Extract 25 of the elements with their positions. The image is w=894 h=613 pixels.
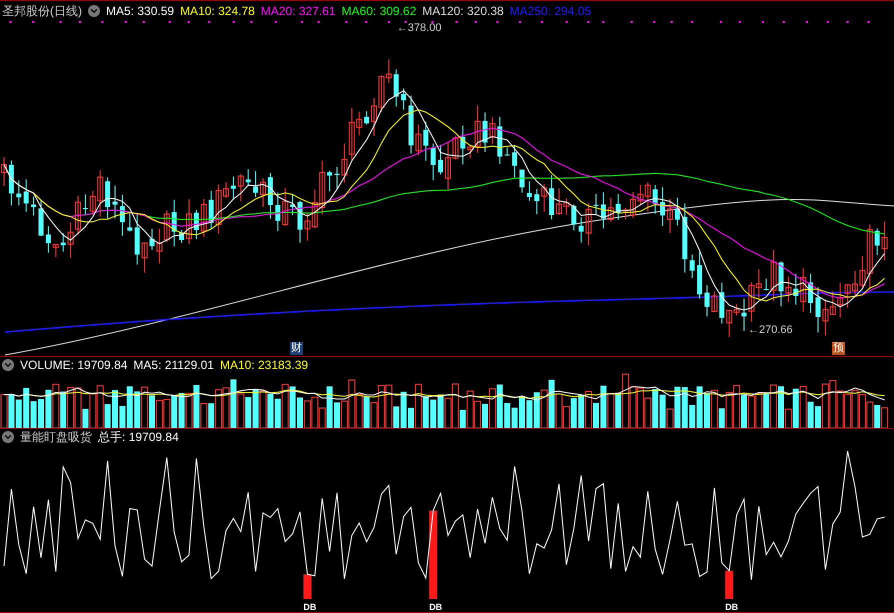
chart-title: 圣邦股份(日线) [2, 2, 82, 20]
event-marker[interactable]: 财 [290, 342, 303, 355]
chevron-down-icon [3, 432, 13, 442]
indicator-value: MA250: 294.05 [510, 2, 592, 20]
indicator-value: MA60: 309.62 [342, 2, 416, 20]
indicator-title: 量能盯盘吸货 [20, 429, 92, 446]
low-price-label: ←270.66 [748, 323, 793, 338]
signal-label: DB [303, 602, 316, 612]
event-marker[interactable]: 预 [832, 342, 845, 355]
indicator-value: MA20: 327.61 [260, 2, 336, 20]
indicator-value: MA5: 330.59 [106, 2, 174, 20]
collapse-toggle[interactable] [2, 358, 14, 370]
collapse-toggle[interactable] [2, 431, 14, 443]
signal-bar [725, 570, 734, 599]
indicator-value: MA10: 324.78 [180, 2, 255, 20]
indicator-value: MA5: 21129.01 [133, 356, 214, 374]
indicator-value: 总手: 19709.84 [98, 429, 179, 446]
high-price-label: ←378.00 [396, 21, 442, 36]
indicator-value: MA10: 23183.39 [220, 356, 308, 374]
indicator-value: VOLUME: 19709.84 [20, 356, 128, 374]
collapse-toggle[interactable] [88, 4, 100, 16]
signal-label: DB [429, 602, 442, 612]
signal-label: DB [725, 602, 738, 612]
signal-bar [303, 574, 312, 599]
indicator-value: MA120: 320.38 [422, 2, 504, 20]
